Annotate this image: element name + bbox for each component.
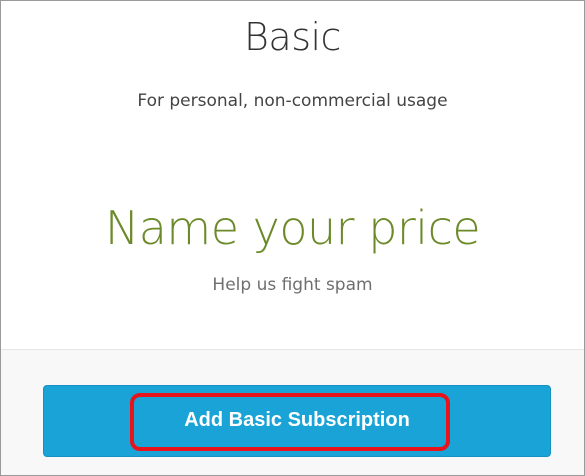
add-basic-subscription-button[interactable]: Add Basic Subscription [43,385,551,457]
subscribe-button-label: Add Basic Subscription [184,409,410,431]
price-note: Help us fight spam [212,275,373,295]
plan-price: Name your price [104,201,481,255]
plan-details-section: Basic For personal, non-commercial usage… [1,1,584,350]
plan-title: Basic [244,15,341,59]
plan-subtitle: For personal, non-commercial usage [137,91,448,111]
